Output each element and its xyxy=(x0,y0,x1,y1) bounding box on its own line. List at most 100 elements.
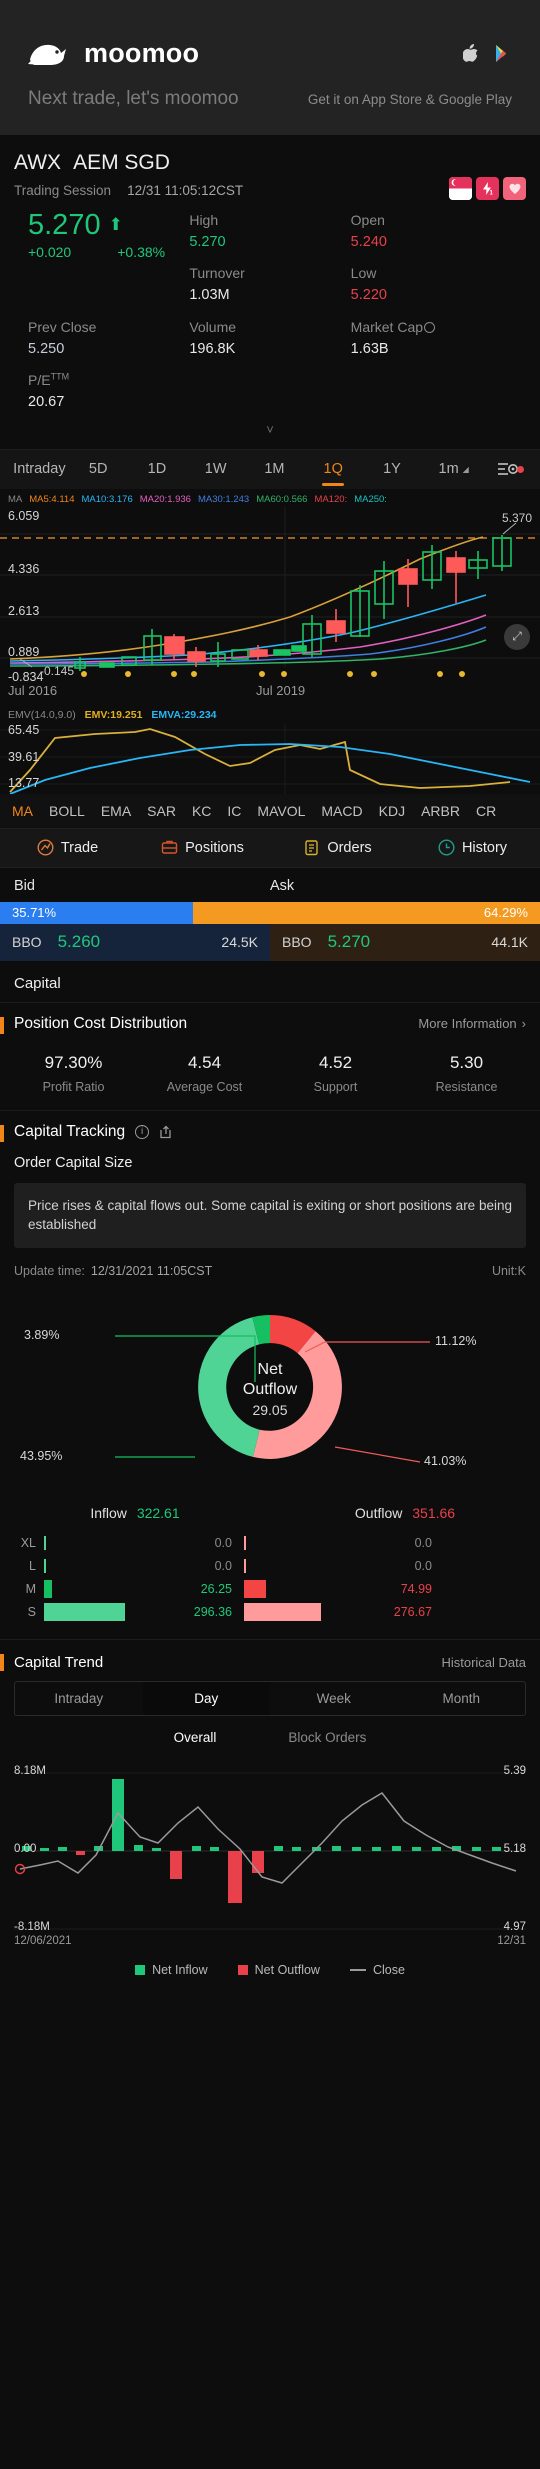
google-play-icon[interactable] xyxy=(495,44,512,63)
promo-tagline: Next trade, let's moomoo xyxy=(28,88,239,109)
capital-trend-title: Capital Trend xyxy=(14,1654,104,1671)
ticker-symbol: AWX xyxy=(14,151,62,174)
capital-trend-legend: Net Inflow Net Outflow Close xyxy=(0,1951,540,1995)
trend-y-top-label: 8.18M xyxy=(14,1765,46,1777)
range-tab-week[interactable]: Week xyxy=(270,1682,398,1715)
emv-chart[interactable]: 65.45 39.61 13.77 xyxy=(0,723,540,794)
range-tab-month[interactable]: Month xyxy=(398,1682,526,1715)
flow-bar-outflow-l xyxy=(244,1558,246,1573)
emv-chart-svg xyxy=(0,723,540,794)
apple-icon[interactable] xyxy=(463,44,479,63)
trade-action-row: Trade Positions Orders History xyxy=(0,827,540,868)
flow-row-xl: XL 0.0 0.0 xyxy=(14,1531,526,1554)
sg-flag-badge[interactable] xyxy=(449,177,472,200)
bbo-bid-qty: 24.5K xyxy=(221,934,258,951)
orders-label: Orders xyxy=(327,839,372,856)
bbo-ask-qty: 44.1K xyxy=(491,934,528,951)
range-tab-day[interactable]: Day xyxy=(142,1682,270,1715)
sub-tab-overall[interactable]: Overall xyxy=(174,1730,217,1745)
kchart-x-label-1: Jul 2019 xyxy=(256,682,306,698)
pcd-more-label: More Information xyxy=(418,1016,517,1032)
historical-data-link[interactable]: Historical Data xyxy=(441,1655,526,1670)
bbo-ask-label: BBO xyxy=(282,934,312,951)
indicator-tab-macd[interactable]: MACD xyxy=(321,803,362,819)
indicator-tab-arbr[interactable]: ARBR xyxy=(421,803,460,819)
pcd-resistance-label: Resistance xyxy=(435,1079,498,1094)
history-button[interactable]: History xyxy=(405,839,540,856)
promo-store-text: Get it on App Store & Google Play xyxy=(307,91,512,107)
positions-label: Positions xyxy=(185,839,244,856)
period-tab-1q[interactable]: 1Q xyxy=(304,450,363,489)
trade-label: Trade xyxy=(60,839,99,856)
indicator-tab-kc[interactable]: KC xyxy=(192,803,211,819)
trend-y2-top-label: 5.39 xyxy=(503,1765,526,1777)
session-timestamp: 12/31 11:05:12CST xyxy=(127,183,244,198)
indicator-tab-ema[interactable]: EMA xyxy=(101,803,131,819)
price-up-arrow: ⬆ xyxy=(108,215,123,235)
indicator-tab-ic[interactable]: IC xyxy=(227,803,241,819)
chart-settings-button[interactable] xyxy=(486,460,530,478)
brand-name: moomoo xyxy=(84,38,200,68)
capital-trend-chart[interactable]: 8.18M 0.00 -8.18M 5.39 5.18 4.97 12/06/2… xyxy=(0,1751,540,1951)
last-price: 5.270 ⬆ xyxy=(28,210,189,241)
chart-period-tabs: Intraday 5D 1D 1W 1M 1Q 1Y 1m ◢ xyxy=(0,448,540,489)
stat-volume: Volume 196.8K xyxy=(189,317,350,360)
expand-chart-icon[interactable]: ⤢ xyxy=(504,623,530,650)
history-label: History xyxy=(461,839,508,856)
dropdown-triangle-icon: ◢ xyxy=(462,464,469,474)
orders-button[interactable]: Orders xyxy=(270,839,405,856)
unit-label: Unit:K xyxy=(491,1264,526,1278)
period-tab-1min[interactable]: 1m ◢ xyxy=(421,450,486,489)
trade-button[interactable]: Trade xyxy=(0,839,135,856)
flow-bar-outflow-m xyxy=(244,1579,266,1598)
stat-turnover: Turnover 1.03M xyxy=(189,263,350,306)
period-tab-1w[interactable]: 1W xyxy=(186,450,245,489)
indicator-tab-mavol[interactable]: MAVOL xyxy=(257,803,305,819)
quote-header: AWX AEM SGD Trading Session 12/31 11:05:… xyxy=(0,135,540,449)
indicator-tab-kdj[interactable]: KDJ xyxy=(379,803,405,819)
flow-label-s: S xyxy=(27,1604,36,1619)
info-icon[interactable]: i xyxy=(135,1124,150,1139)
app-promo-banner: moomoo Next trade, let's moomoo Get it o… xyxy=(0,0,540,135)
ma-legend-6: MA120: xyxy=(314,493,348,505)
market-cap-info-icon[interactable] xyxy=(424,321,436,333)
expand-stats-chevron-icon[interactable]: ˅ xyxy=(14,414,526,443)
indicator-tab-cr[interactable]: CR xyxy=(476,803,496,819)
period-tab-1m[interactable]: 1M xyxy=(245,450,304,489)
ma-legend-4: MA30:1.243 xyxy=(197,493,250,505)
stat-market-cap[interactable]: Market Cap 1.63B xyxy=(351,317,512,360)
indicator-tab-sar[interactable]: SAR xyxy=(147,803,176,819)
stat-prev-close-value: 5.250 xyxy=(28,340,65,357)
bbo-bid-cell[interactable]: BBO 5.260 24.5K xyxy=(0,923,270,961)
indicator-tab-ma[interactable]: MA xyxy=(12,803,33,819)
bbo-ask-cell[interactable]: BBO 5.270 44.1K xyxy=(270,923,540,961)
share-icon[interactable] xyxy=(159,1125,173,1139)
trend-y2-mid-label: 5.18 xyxy=(503,1843,526,1855)
period-tab-intraday[interactable]: Intraday xyxy=(10,450,69,489)
donut-center-text: Net Outflow 29.05 xyxy=(0,1360,540,1418)
capital-tracking-note: Price rises & capital flows out. Some ca… xyxy=(14,1182,526,1248)
capital-trend-svg xyxy=(14,1772,526,1930)
period-tab-1d[interactable]: 1D xyxy=(128,450,187,489)
flow-label-xl: XL xyxy=(20,1535,36,1550)
period-tab-5d[interactable]: 5D xyxy=(69,450,128,489)
ma-legend-5: MA60:0.566 xyxy=(256,493,308,505)
indicator-tab-boll[interactable]: BOLL xyxy=(49,803,85,819)
price-change: +0.020 xyxy=(28,244,72,261)
candlestick-chart[interactable]: 6.059 4.336 2.613 0.889 5.370 ⤢ xyxy=(0,506,540,672)
leverage-badge[interactable]: 1 xyxy=(476,177,499,200)
pcd-support-label: Support xyxy=(313,1079,358,1094)
pcd-more-information-link[interactable]: More Information › xyxy=(418,1016,526,1031)
flow-bar-inflow-m xyxy=(44,1579,52,1598)
stat-turnover-label: Turnover xyxy=(189,265,245,282)
ma-indicator-legend: MA MA5:4.114 MA10:3.176 MA20:1.936 MA30:… xyxy=(0,488,540,507)
favorite-badge[interactable] xyxy=(503,177,526,200)
range-tab-intraday[interactable]: Intraday xyxy=(15,1682,143,1715)
session-label: Trading Session xyxy=(14,183,112,198)
store-icons xyxy=(463,44,512,63)
period-tab-1y[interactable]: 1Y xyxy=(363,450,422,489)
sub-tab-block-orders[interactable]: Block Orders xyxy=(288,1730,366,1745)
flow-row-s: S 296.36 276.67 xyxy=(14,1600,526,1623)
kchart-y-label-2: 2.613 xyxy=(8,603,40,618)
positions-button[interactable]: Positions xyxy=(135,839,270,856)
